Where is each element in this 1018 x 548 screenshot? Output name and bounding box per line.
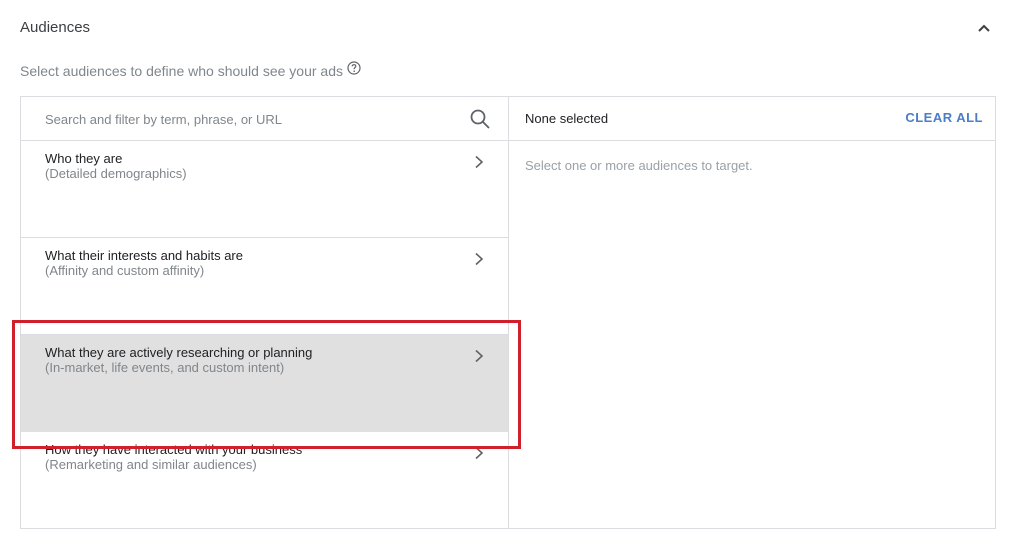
search-row — [21, 97, 508, 141]
category-interests-habits[interactable]: What their interests and habits are (Aff… — [21, 238, 508, 335]
category-who-they-are[interactable]: Who they are (Detailed demographics) — [21, 141, 508, 238]
help-circle-icon[interactable] — [347, 61, 361, 75]
category-researching-planning[interactable]: What they are actively researching or pl… — [21, 335, 508, 432]
selected-header: None selected CLEAR ALL — [509, 97, 995, 141]
category-title: How they have interacted with your busin… — [45, 442, 303, 457]
clear-all-button[interactable]: CLEAR ALL — [905, 110, 983, 125]
category-description: (In-market, life events, and custom inte… — [45, 360, 285, 375]
category-interacted-business[interactable]: How they have interacted with your busin… — [21, 432, 508, 529]
audiences-section-header[interactable]: Audiences — [20, 18, 996, 40]
chevron-right-icon — [475, 155, 484, 169]
category-description: (Detailed demographics) — [45, 166, 187, 181]
category-title: What their interests and habits are — [45, 248, 243, 263]
category-title: Who they are — [45, 151, 123, 166]
search-input[interactable] — [45, 109, 455, 129]
chevron-right-icon — [475, 446, 484, 460]
category-description: (Remarketing and similar audiences) — [45, 457, 257, 472]
audience-picker-panel: Who they are (Detailed demographics) Wha… — [20, 96, 996, 529]
selection-status: None selected — [525, 111, 609, 126]
section-title: Audiences — [20, 19, 91, 36]
subtitle-text: Select audiences to define who should se… — [20, 63, 343, 79]
search-icon[interactable] — [469, 108, 491, 130]
category-description: (Affinity and custom affinity) — [45, 263, 205, 278]
browse-pane: Who they are (Detailed demographics) Wha… — [21, 97, 509, 528]
selected-pane: None selected CLEAR ALL Select one or mo… — [509, 97, 995, 528]
chevron-up-icon[interactable] — [976, 20, 992, 36]
section-subtitle: Select audiences to define who should se… — [20, 61, 361, 80]
chevron-right-icon — [475, 252, 484, 266]
chevron-right-icon — [475, 349, 484, 363]
category-title: What they are actively researching or pl… — [45, 345, 313, 360]
empty-selection-message: Select one or more audiences to target. — [525, 158, 753, 173]
